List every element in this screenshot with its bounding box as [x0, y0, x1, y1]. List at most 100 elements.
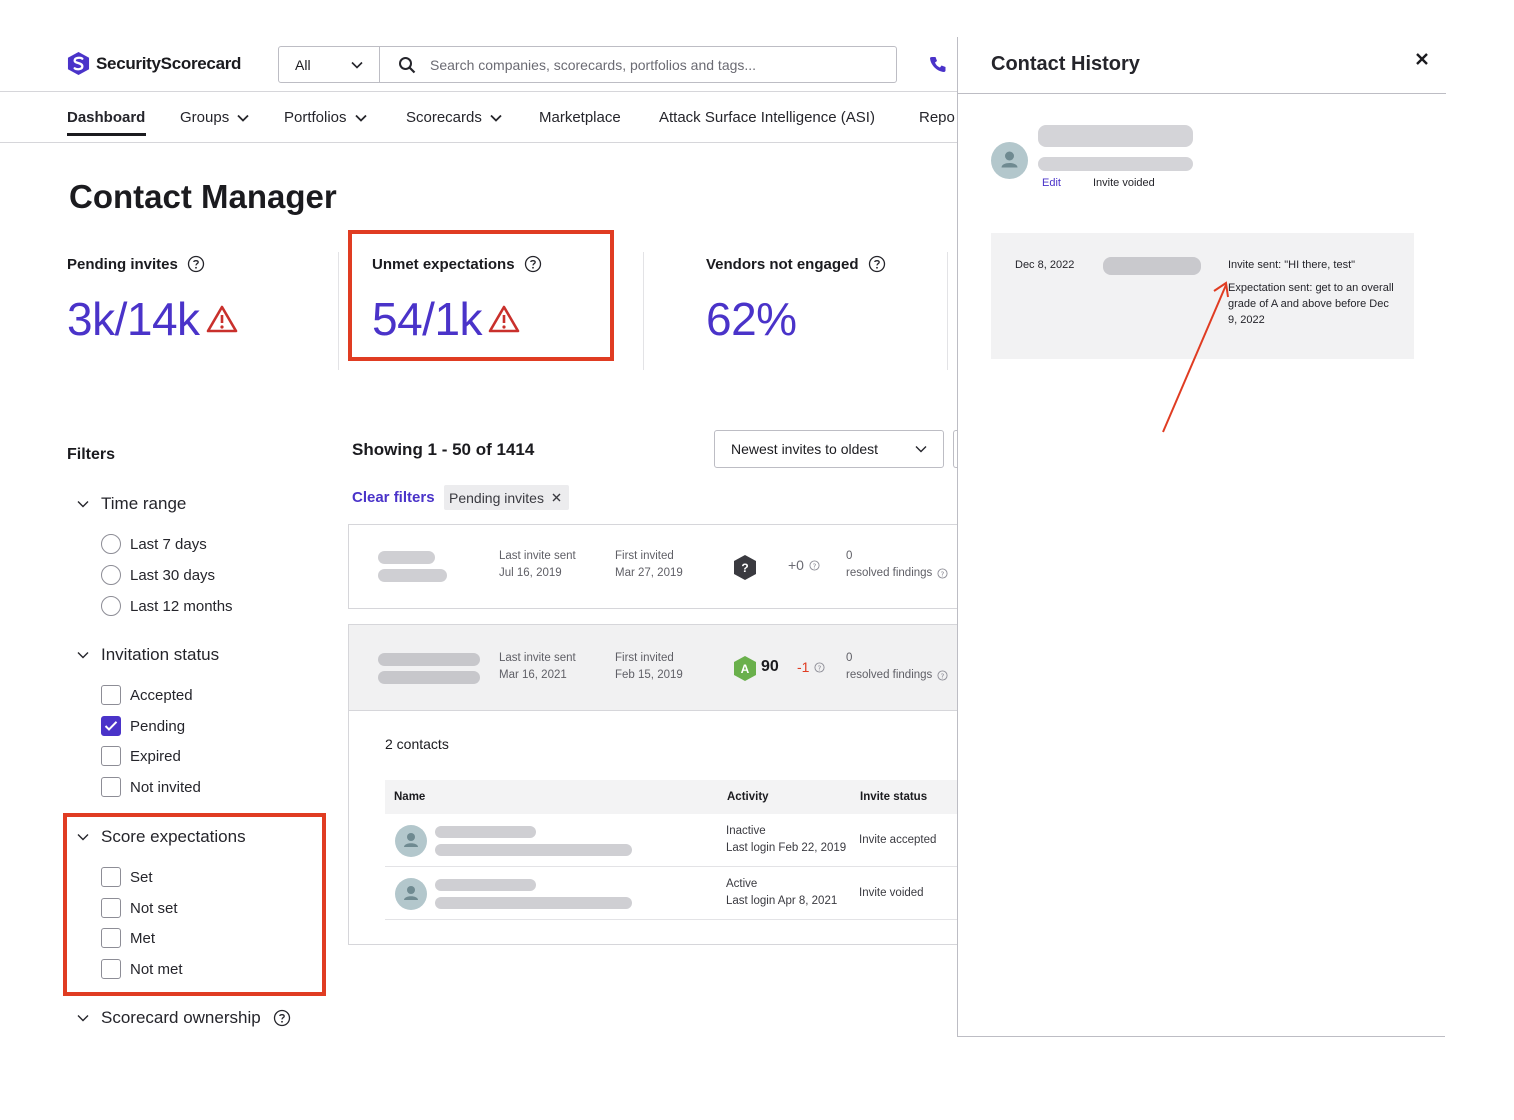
radio-button[interactable] [101, 596, 121, 616]
radio-button[interactable] [101, 565, 121, 585]
redacted-contact-name [435, 826, 536, 838]
stat-divider [338, 252, 339, 370]
activity-state: Inactive [726, 825, 766, 837]
redacted-vendor-name [378, 551, 435, 564]
check-icon [104, 721, 118, 731]
resolved-findings: 0 resolved findings? [846, 548, 948, 582]
phone-icon[interactable] [929, 55, 947, 73]
last-login: Last login Feb 22, 2019 [726, 842, 847, 854]
search-icon [399, 56, 416, 73]
filter-group-time-range[interactable]: Time range [77, 494, 186, 514]
checkbox[interactable] [101, 685, 121, 705]
search-input[interactable]: Search companies, scorecards, portfolios… [430, 57, 756, 73]
filter-group-label: Scorecard ownership [101, 1008, 261, 1027]
redacted-contact-email [435, 844, 632, 856]
nav-reports[interactable]: Repo [919, 109, 955, 126]
stat-vendors-not-engaged-value[interactable]: 62% [706, 292, 797, 346]
filter-last-12-months[interactable]: Last 12 months [101, 596, 233, 616]
brand-logo[interactable]: SecurityScorecard [67, 51, 241, 76]
nav-marketplace[interactable]: Marketplace [539, 109, 621, 126]
filter-accepted[interactable]: Accepted [101, 685, 193, 705]
option-label: Last 12 months [130, 597, 233, 615]
chevron-down-icon [490, 114, 502, 122]
chevron-down-icon [77, 652, 89, 659]
filter-last-7-days[interactable]: Last 7 days [101, 534, 207, 554]
column-header-name[interactable]: Name [394, 791, 425, 803]
filter-group-scorecard-ownership[interactable]: Scorecard ownership [77, 1008, 291, 1028]
help-icon[interactable]: ? [814, 661, 825, 673]
logo-icon [67, 52, 90, 75]
last-invite-sent: Last invite sent Jul 16, 2019 [499, 548, 576, 582]
chevron-down-icon [351, 61, 363, 69]
checkbox-checked[interactable] [101, 716, 121, 736]
user-icon [404, 886, 418, 900]
svg-text:?: ? [941, 671, 945, 680]
radio-button[interactable] [101, 534, 121, 554]
annotation-highlight-score-expectations [63, 813, 326, 996]
resolved-findings: 0 resolved findings? [846, 650, 948, 684]
help-icon[interactable] [868, 255, 886, 273]
global-search: All Search companies, scorecards, portfo… [278, 46, 897, 83]
filter-group-invitation-status[interactable]: Invitation status [77, 645, 219, 665]
nav-groups[interactable]: Groups [180, 109, 249, 126]
filter-last-30-days[interactable]: Last 30 days [101, 565, 215, 585]
grade-badge-unknown: ? [733, 554, 757, 581]
help-icon[interactable]: ? [937, 670, 948, 681]
help-icon[interactable] [187, 255, 205, 273]
resolved-count: 0 [846, 652, 853, 664]
sort-select-value: Newest invites to oldest [731, 441, 879, 457]
nav-groups-label: Groups [180, 109, 230, 126]
option-label: Last 30 days [130, 566, 216, 584]
stat-pending-invites-value[interactable]: 3k/14k [67, 292, 238, 346]
vendor-card[interactable]: Last invite sent Jul 16, 2019 First invit… [348, 524, 959, 609]
nav-dashboard[interactable]: Dashboard [67, 109, 145, 126]
chevron-down-icon [915, 446, 927, 453]
filter-expired[interactable]: Expired [101, 746, 181, 766]
edit-contact-link[interactable]: Edit [1042, 177, 1061, 189]
help-icon[interactable]: ? [809, 559, 820, 571]
close-icon[interactable] [552, 493, 561, 502]
redacted-vendor-domain [378, 569, 447, 582]
column-header-invite-status[interactable]: Invite status [860, 791, 927, 803]
table-row[interactable]: Inactive Last login Feb 22, 2019 Invite a… [385, 814, 958, 867]
nav-marketplace-label: Marketplace [539, 109, 621, 126]
sort-select[interactable]: Newest invites to oldest [714, 430, 944, 468]
filter-not-invited[interactable]: Not invited [101, 777, 201, 797]
table-row[interactable]: Active Last login Apr 8, 2021 Invite void… [385, 867, 958, 920]
stat-value-text: 3k/14k [67, 293, 200, 345]
filter-pending[interactable]: Pending [101, 716, 185, 736]
delta-value: +0 [788, 557, 804, 573]
invite-status-cell: Invite accepted [859, 834, 937, 846]
meta-label: Last invite sent [499, 652, 576, 664]
avatar [395, 825, 427, 857]
nav-scorecards[interactable]: Scorecards [406, 109, 502, 126]
option-label: Pending [130, 717, 186, 735]
redacted-contact-name [1038, 125, 1193, 147]
search-scope-value: All [295, 56, 311, 73]
close-icon[interactable] [1414, 51, 1430, 67]
filter-chip-pending-invites[interactable]: Pending invites [444, 485, 569, 510]
last-invite-sent: Last invite sent Mar 16, 2021 [499, 650, 576, 684]
search-scope-select[interactable]: All [279, 47, 380, 82]
help-icon[interactable] [273, 1009, 291, 1027]
checkbox[interactable] [101, 746, 121, 766]
svg-text:?: ? [818, 663, 822, 672]
checkbox[interactable] [101, 777, 121, 797]
score-delta: -1 ? [797, 659, 825, 675]
score-delta: +0 ? [788, 557, 820, 573]
grade-badge-a: A [733, 655, 757, 682]
meta-label: First invited [615, 550, 674, 562]
security-score: 90 [761, 658, 779, 675]
meta-value: Mar 16, 2021 [499, 669, 567, 681]
help-icon[interactable]: ? [937, 568, 948, 579]
nav-portfolios[interactable]: Portfolios [284, 109, 367, 126]
page-title: Contact Manager [69, 178, 337, 215]
stat-label-text: Vendors not engaged [706, 255, 859, 273]
clear-filters-link[interactable]: Clear filters [352, 489, 435, 506]
grade-letter: ? [741, 560, 749, 575]
stat-label-text: Pending invites [67, 255, 178, 273]
contacts-count: 2 contacts [385, 736, 449, 752]
column-header-activity[interactable]: Activity [727, 791, 769, 803]
nav-asi[interactable]: Attack Surface Intelligence (ASI) [659, 109, 875, 126]
redacted-vendor-name [378, 653, 480, 666]
